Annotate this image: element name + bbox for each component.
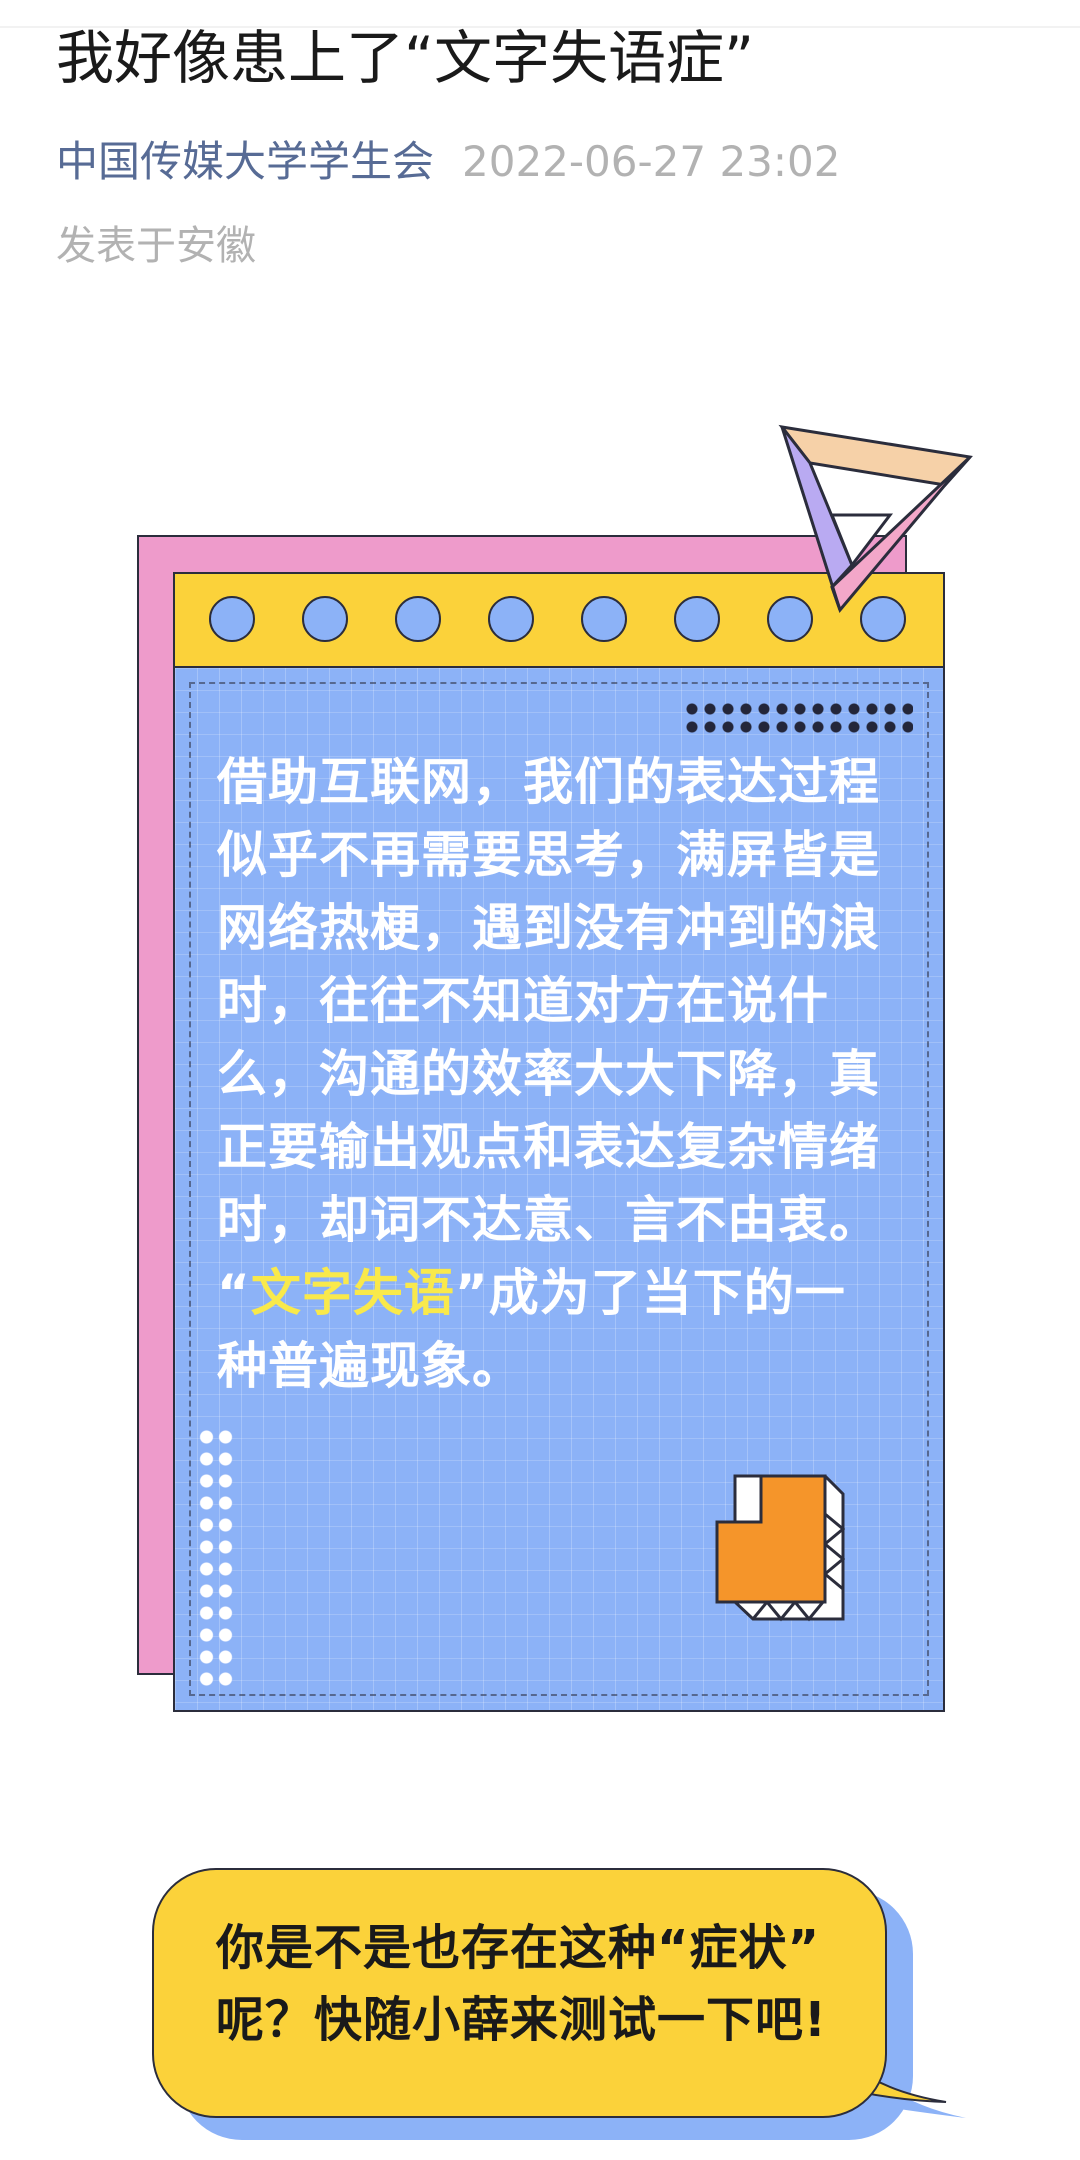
binding-ring xyxy=(674,596,720,642)
card-text-line: 时，往往不知道对方在说什 xyxy=(217,972,829,1030)
author-link[interactable]: 中国传媒大学学生会 xyxy=(56,137,434,186)
binding-ring xyxy=(395,596,441,642)
binding-ring xyxy=(581,596,627,642)
publish-location: 发表于安徽 xyxy=(56,223,256,269)
highlighted-term: 文字失语 xyxy=(250,1264,455,1322)
card-text-line: 正要输出观点和表达复杂情绪 xyxy=(217,1118,880,1176)
orange-l-block-icon xyxy=(715,1474,845,1622)
binding-ring xyxy=(488,596,534,642)
card-text-line: 么，沟通的效率大大下降，真 xyxy=(217,1045,880,1103)
article-meta: 中国传媒大学学生会 2022-06-27 23:02 xyxy=(56,132,841,192)
white-dot-pattern xyxy=(197,1426,235,1690)
card-text-line: 似乎不再需要思考，满屏皆是 xyxy=(217,826,880,884)
card-text-line: 时，却词不达意、言不由衷。 xyxy=(217,1191,880,1249)
quote-rest: ”成为了当下的一 xyxy=(454,1264,846,1322)
bubble-text: 你是不是也存在这种“症状” 呢？快随小薛来测试一下吧! xyxy=(216,1912,827,2056)
card-text-line: 借助互联网，我们的表达过程 xyxy=(217,753,880,811)
penrose-triangle-icon xyxy=(778,424,973,613)
card-text-line-quote: “文字失语”成为了当下的一 xyxy=(217,1257,907,1330)
bubble-line: 你是不是也存在这种“症状” xyxy=(216,1920,821,1976)
dark-dot-pattern xyxy=(683,700,913,736)
article-title: 我好像患上了“文字失语症” xyxy=(56,24,755,92)
bubble-line: 呢？快随小薛来测试一下吧! xyxy=(216,1992,827,2048)
card-text-line: 种普遍现象。 xyxy=(217,1337,523,1395)
quote-open: “ xyxy=(217,1264,251,1322)
notebook-card: 借助互联网，我们的表达过程 似乎不再需要思考，满屏皆是 网络热梗，遇到没有冲到的… xyxy=(173,572,945,1712)
publish-date: 2022-06-27 23:02 xyxy=(462,137,841,186)
speech-bubble: 你是不是也存在这种“症状” 呢？快随小薛来测试一下吧! xyxy=(152,1868,887,2118)
binding-ring xyxy=(302,596,348,642)
card-body-text: 借助互联网，我们的表达过程 似乎不再需要思考，满屏皆是 网络热梗，遇到没有冲到的… xyxy=(217,746,907,1403)
binding-ring xyxy=(209,596,255,642)
card-text-line: 网络热梗，遇到没有冲到的浪 xyxy=(217,899,880,957)
